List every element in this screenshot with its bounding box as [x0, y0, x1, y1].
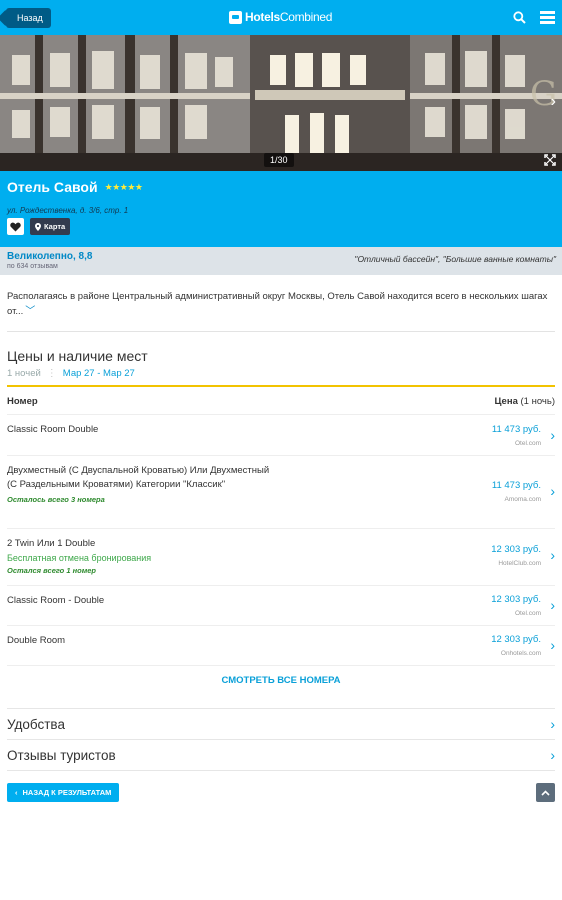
room-vendor: Otel.com	[514, 440, 541, 447]
see-all-rooms-link[interactable]: СМОТРЕТЬ ВСЕ НОМЕРА	[7, 666, 555, 709]
column-price-label: Цена	[494, 396, 518, 407]
rating-quote: "Отличный бассейн", "Большие ванные комн…	[354, 254, 556, 264]
rating-bar[interactable]: Великолепно, 8,8 по 634 отзывам "Отличны…	[0, 247, 562, 275]
logo-text-rest: Combined	[279, 10, 333, 24]
back-button[interactable]: Назад	[6, 8, 51, 28]
favorite-button[interactable]	[7, 218, 24, 235]
hotel-name: Отель Савой	[7, 179, 98, 195]
column-price: Цена (1 ночь)	[495, 396, 556, 407]
rooms-left-note: Осталось всего 3 номера	[7, 495, 105, 504]
logo[interactable]: HotelsCombined	[229, 9, 332, 25]
chevron-up-icon	[541, 789, 550, 796]
room-row[interactable]: Double Room 12 303 руб. Onhotels.com ›	[7, 626, 555, 666]
room-price: 12 303 руб.	[491, 594, 541, 605]
logo-text-bold: Hotels	[245, 10, 280, 24]
search-icon[interactable]	[513, 11, 526, 24]
expand-description-chevron-icon[interactable]: ﹀	[25, 306, 35, 317]
nights-count: 1 ночей	[7, 368, 41, 379]
room-vendor: Onhotels.com	[500, 650, 541, 657]
hotel-photo[interactable]: G 1/30 ›	[0, 35, 562, 171]
stay-dates[interactable]: 1 ночей ⋮ Мар 27 - Мар 27	[7, 368, 555, 387]
chevron-right-icon[interactable]: ›	[550, 483, 555, 499]
room-price: 12 303 руб.	[491, 634, 541, 645]
back-to-results-button[interactable]: ‹ НАЗАД К РЕЗУЛЬТАТАМ	[7, 783, 120, 802]
logo-icon	[229, 10, 242, 24]
room-name: Classic Room Double	[7, 424, 99, 435]
heart-icon	[10, 222, 21, 231]
back-to-results-label: НАЗАД К РЕЗУЛЬТАТАМ	[22, 788, 112, 797]
column-price-per: (1 ночь)	[520, 396, 555, 407]
hamburger-menu-icon[interactable]	[540, 11, 555, 24]
star-rating: ★★★★★	[104, 181, 143, 192]
date-range[interactable]: Мар 27 - Мар 27	[63, 368, 135, 379]
map-button[interactable]: Карта	[30, 218, 71, 235]
room-name: Double Room	[7, 635, 66, 646]
room-row[interactable]: 2 Twin Или 1 Double Бесплатная отмена бр…	[7, 529, 555, 586]
chevron-right-icon: ›	[550, 716, 555, 732]
room-row[interactable]: Classic Room Double 11 473 руб. Otel.com…	[7, 415, 555, 456]
room-name: Двухместный (С Двуспальной Кроватью) Или…	[7, 465, 270, 490]
photo-counter: 1/30	[264, 153, 294, 167]
scroll-to-top-button[interactable]	[536, 783, 555, 802]
chevron-right-icon[interactable]: ›	[550, 597, 555, 613]
prices-title: Цены и наличие мест	[7, 348, 148, 364]
room-row[interactable]: Classic Room - Double 12 303 руб. Otel.c…	[7, 586, 555, 626]
rating-count: по 634 отзывам	[7, 263, 58, 270]
expand-icon[interactable]	[544, 154, 556, 166]
room-price: 11 473 руб.	[491, 424, 541, 435]
room-price: 12 303 руб.	[491, 544, 541, 555]
free-cancellation-note: Бесплатная отмена бронирования	[7, 553, 152, 563]
description-text: Располагаясь в районе Центральный админи…	[7, 291, 548, 317]
amenities-section[interactable]: Удобства ›	[7, 709, 555, 740]
chevron-right-icon[interactable]: ›	[550, 547, 555, 563]
room-price: 11 473 руб.	[491, 480, 541, 491]
logo-text: HotelsCombined	[245, 10, 332, 24]
chevron-right-icon[interactable]: ›	[550, 427, 555, 443]
column-room: Номер	[7, 396, 38, 407]
chevron-right-icon[interactable]: ›	[550, 637, 555, 653]
hotel-description: Располагаясь в районе Центральный админи…	[7, 275, 555, 332]
map-button-label: Карта	[44, 222, 66, 231]
rooms-table-header: Номер Цена (1 ночь)	[7, 387, 555, 415]
footer: ‹ НАЗАД К РЕЗУЛЬТАТАМ	[0, 771, 562, 821]
prices-section: Цены и наличие мест 1 ночей ⋮ Мар 27 - М…	[0, 348, 562, 666]
room-name: 2 Twin Или 1 Double	[7, 538, 96, 549]
back-button-label: Назад	[17, 13, 43, 23]
room-vendor: Otel.com	[514, 610, 541, 617]
room-vendor: HotelClub.com	[498, 560, 541, 567]
room-name: Classic Room - Double	[7, 595, 105, 606]
next-photo-chevron-icon[interactable]: ›	[551, 93, 556, 111]
hotel-address: ул. Рождественка, д. 3/6, стр. 1	[7, 206, 129, 215]
chevron-right-icon: ›	[550, 747, 555, 763]
reviews-section[interactable]: Отзывы туристов ›	[7, 740, 555, 771]
map-pin-icon	[35, 222, 41, 231]
room-vendor: Amoma.com	[504, 496, 541, 503]
hotel-info: Отель Савой ★★★★★ ул. Рождественка, д. 3…	[0, 171, 562, 247]
reviews-label: Отзывы туристов	[7, 747, 116, 763]
amenities-label: Удобства	[7, 716, 65, 732]
room-row[interactable]: Двухместный (С Двуспальной Кроватью) Или…	[7, 456, 555, 529]
hotel-facade-image: G	[0, 35, 562, 171]
top-bar: Назад HotelsCombined	[0, 0, 562, 35]
rooms-left-note: Остался всего 1 номер	[7, 566, 97, 575]
chevron-left-icon: ‹	[15, 788, 18, 797]
dates-separator: ⋮	[46, 368, 57, 379]
